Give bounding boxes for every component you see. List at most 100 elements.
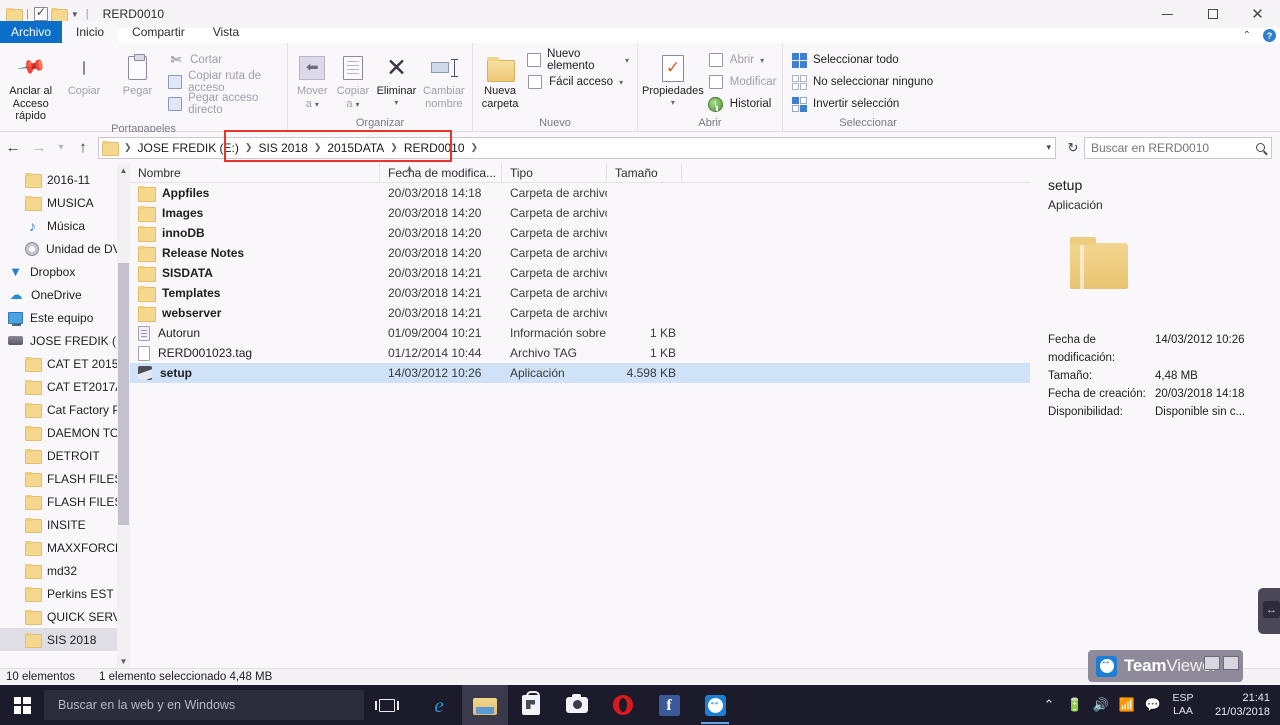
navigation-pane-scrollbar[interactable]: ▲ ▼ bbox=[117, 163, 130, 668]
teamviewer-mini-buttons[interactable] bbox=[1204, 656, 1239, 670]
nav-item-md32[interactable]: md32 bbox=[0, 559, 130, 582]
copy-path-button[interactable]: Copiar ruta de acceso bbox=[164, 70, 283, 94]
table-row[interactable]: Release Notes 20/03/2018 14:20 Carpeta de … bbox=[130, 243, 1030, 263]
copy-to-button[interactable]: Copiar a ▾ bbox=[333, 46, 374, 110]
properties-caret-icon[interactable]: ▾ bbox=[671, 98, 675, 107]
table-row[interactable]: Autorun 01/09/2004 10:21 Información sobre… bbox=[130, 323, 1030, 343]
nav-item-perkins-est-2010[interactable]: Perkins EST 2010 bbox=[0, 582, 130, 605]
edit-button[interactable]: Modificar bbox=[704, 72, 781, 92]
scroll-down-icon[interactable]: ▼ bbox=[117, 654, 130, 668]
table-row[interactable]: webserver 20/03/2018 14:21 Carpeta de arch… bbox=[130, 303, 1030, 323]
nav-item-cat-et-2015a[interactable]: CAT ET 2015A bbox=[0, 352, 130, 375]
chevron-up-icon[interactable]: ⌃ bbox=[1243, 30, 1251, 41]
teamviewer-side-tab[interactable]: ↔ bbox=[1258, 588, 1280, 634]
volume-button[interactable]: 🔊 bbox=[1088, 685, 1114, 725]
breadcrumb-sep-3[interactable]: ❯ bbox=[387, 142, 401, 153]
table-row[interactable]: Templates 20/03/2018 14:21 Carpeta de arch… bbox=[130, 283, 1030, 303]
scroll-up-icon[interactable]: ▲ bbox=[117, 163, 130, 177]
nav-item-musica[interactable]: MUSICA bbox=[0, 191, 130, 214]
scrollbar-thumb[interactable] bbox=[118, 263, 129, 525]
show-hidden-icons-button[interactable]: ⌃ bbox=[1036, 685, 1062, 725]
open-caret-icon[interactable]: ▾ bbox=[760, 56, 764, 65]
nav-item-2016-11[interactable]: 2016-11 bbox=[0, 168, 130, 191]
easy-access-button[interactable]: Fácil acceso ▾ bbox=[523, 72, 633, 92]
breadcrumb[interactable]: ❯ JOSE FREDIK (E:) ❯ SIS 2018 ❯ 2015DATA… bbox=[98, 129, 1056, 162]
nav-item-detroit[interactable]: DETROIT bbox=[0, 444, 130, 467]
nav-item-onedrive[interactable]: ☁ OneDrive bbox=[0, 283, 130, 306]
easy-access-caret-icon[interactable]: ▾ bbox=[619, 78, 623, 87]
tab-vista[interactable]: Vista bbox=[199, 21, 253, 43]
nav-item-flash-files-201[interactable]: FLASH FILES 201 bbox=[0, 490, 130, 513]
delete-button[interactable]: ✕ Eliminar ▾ bbox=[373, 46, 419, 107]
nav-item-daemon-tools[interactable]: DAEMON TOOLS bbox=[0, 421, 130, 444]
action-center-button[interactable]: 💬 bbox=[1140, 685, 1166, 725]
nav-item-maxxforce[interactable]: MAXXFORCE bbox=[0, 536, 130, 559]
address-dropdown-icon[interactable]: ▾ bbox=[1046, 142, 1051, 153]
recent-locations-button[interactable]: ▾ bbox=[52, 135, 70, 161]
taskbar-app-file-explorer[interactable] bbox=[462, 685, 508, 725]
properties-check-icon[interactable] bbox=[33, 5, 48, 21]
invert-selection-button[interactable]: Invertir selección bbox=[787, 94, 937, 114]
breadcrumb-item-rerd0010[interactable]: RERD0010 bbox=[401, 138, 468, 158]
new-item-caret-icon[interactable]: ▾ bbox=[625, 56, 629, 65]
delete-caret-icon[interactable]: ▾ bbox=[394, 98, 398, 107]
pin-to-quick-access-button[interactable]: 📌 Anclar al Acceso rápido bbox=[4, 46, 57, 123]
breadcrumb-item-2015data[interactable]: 2015DATA bbox=[324, 138, 387, 158]
nav-item-insite[interactable]: INSITE bbox=[0, 513, 130, 536]
taskbar-search-box[interactable]: Buscar en la web y en Windows bbox=[44, 690, 364, 720]
nav-item-este-equipo[interactable]: Este equipo bbox=[0, 306, 130, 329]
select-all-button[interactable]: Seleccionar todo bbox=[787, 50, 937, 70]
table-row[interactable]: Appfiles 20/03/2018 14:18 Carpeta de archi… bbox=[130, 183, 1030, 203]
open-button[interactable]: Abrir ▾ bbox=[704, 50, 781, 70]
rename-button[interactable]: Cambiar nombre bbox=[420, 46, 468, 110]
back-button[interactable]: ← bbox=[0, 135, 26, 161]
up-button[interactable]: ↑ bbox=[70, 135, 96, 161]
new-folder-button[interactable]: Nueva carpeta bbox=[477, 46, 523, 110]
taskbar-app-facebook[interactable]: f bbox=[646, 685, 692, 725]
breadcrumb-sep-2[interactable]: ❯ bbox=[311, 142, 325, 153]
column-header-tamano[interactable]: Tamaño bbox=[607, 162, 682, 183]
new-folder-icon[interactable] bbox=[50, 7, 68, 23]
paste-shortcut-button[interactable]: Pegar acceso directo bbox=[164, 92, 283, 116]
language-indicator[interactable]: ESP LAA bbox=[1166, 685, 1200, 725]
battery-button[interactable]: 🔋 bbox=[1062, 685, 1088, 725]
column-header-fecha[interactable]: Fecha de modifica... bbox=[380, 162, 502, 183]
forward-button[interactable]: → bbox=[26, 135, 52, 161]
clock[interactable]: 21:41 21/03/2018 bbox=[1200, 685, 1274, 725]
table-row[interactable]: Images 20/03/2018 14:20 Carpeta de archivo… bbox=[130, 203, 1030, 223]
search-input[interactable] bbox=[1091, 140, 1251, 155]
taskbar-app-store[interactable] bbox=[508, 685, 554, 725]
nav-item-dropbox[interactable]: ▼ Dropbox bbox=[0, 260, 130, 283]
taskbar-app-camera[interactable] bbox=[554, 685, 600, 725]
properties-button[interactable]: Propiedades ▾ bbox=[642, 46, 704, 107]
breadcrumb-sep-4[interactable]: ❯ bbox=[468, 142, 482, 153]
refresh-button[interactable]: ↻ bbox=[1062, 140, 1084, 156]
move-to-button[interactable]: ⬅ Mover a ▾ bbox=[292, 46, 333, 110]
search-box[interactable] bbox=[1084, 136, 1272, 159]
network-button[interactable]: 📶 bbox=[1114, 685, 1140, 725]
new-item-button[interactable]: Nuevo elemento ▾ bbox=[523, 48, 633, 72]
breadcrumb-item-drive[interactable]: JOSE FREDIK (E:) bbox=[135, 138, 242, 158]
nav-item-quick-serve[interactable]: QUICK SERVE bbox=[0, 605, 130, 628]
nav-item-flash-files-201[interactable]: FLASH FILES 201 bbox=[0, 467, 130, 490]
table-row[interactable]: setup 14/03/2012 10:26 Aplicación 4.598 KB bbox=[130, 363, 1030, 383]
nav-item-sis-2018[interactable]: SIS 2018 bbox=[0, 628, 130, 651]
column-header-tipo[interactable]: Tipo bbox=[502, 162, 607, 183]
paste-button[interactable]: Pegar bbox=[111, 46, 164, 98]
taskbar-app-teamviewer[interactable] bbox=[692, 685, 738, 725]
teamviewer-panel-icon[interactable] bbox=[1204, 656, 1220, 670]
tab-compartir[interactable]: Compartir bbox=[118, 21, 199, 43]
history-button[interactable]: Historial bbox=[704, 94, 781, 114]
tab-inicio[interactable]: Inicio bbox=[62, 21, 119, 43]
table-row[interactable]: SISDATA 20/03/2018 14:21 Carpeta de archiv… bbox=[130, 263, 1030, 283]
breadcrumb-item-sis2018[interactable]: SIS 2018 bbox=[255, 138, 310, 158]
breadcrumb-sep-1[interactable]: ❯ bbox=[242, 142, 256, 153]
nav-item-unidad-de-dvd-i[interactable]: Unidad de DVD I bbox=[0, 237, 130, 260]
column-header-nombre[interactable]: Nombre bbox=[130, 162, 380, 183]
select-none-button[interactable]: No seleccionar ninguno bbox=[787, 72, 937, 92]
taskbar-app-opera[interactable] bbox=[600, 685, 646, 725]
copy-button[interactable]: Copiar bbox=[57, 46, 110, 98]
nav-item-jose-fredik-e[interactable]: JOSE FREDIK (E:) bbox=[0, 329, 130, 352]
help-icon[interactable]: ? bbox=[1263, 29, 1276, 42]
task-view-button[interactable] bbox=[364, 685, 410, 725]
